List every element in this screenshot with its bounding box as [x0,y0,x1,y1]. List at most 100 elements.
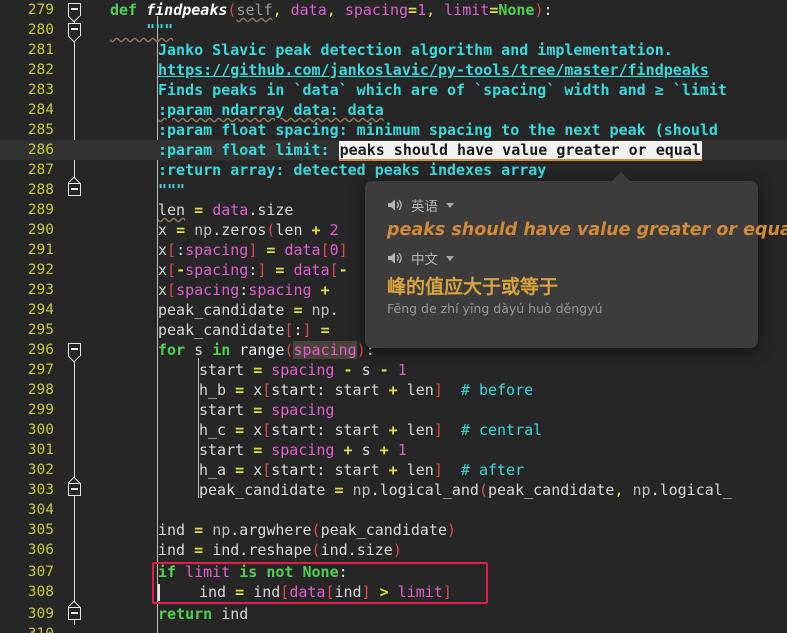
line-number: 294 [27,302,54,318]
line-number: 292 [27,262,54,278]
line-number: 298 [27,382,54,398]
fold-marker-collapse-icon[interactable] [68,343,81,356]
line-number: 284 [27,102,54,118]
line-number: 297 [27,362,54,378]
line-content: for s in range(spacing): [158,341,375,359]
code-line[interactable]: 305 ind = np.argwhere(peak_candidate) [0,520,787,540]
fold-marker-collapse-icon[interactable] [68,23,81,36]
fold-marker-collapse-icon[interactable] [68,3,81,16]
line-content: Finds peaks in `data` which are of `spac… [158,81,727,99]
code-line[interactable]: 285 :param float spacing: minimum spacin… [0,120,787,140]
code-line[interactable]: 283 Finds peaks in `data` which are of `… [0,80,787,100]
line-number: 299 [27,402,54,418]
line-number: 304 [27,502,54,518]
line-content: return ind [158,605,249,623]
line-number: 281 [27,42,54,58]
line-number: 305 [27,522,54,538]
code-line[interactable]: 300 h_c = x[start: start + len] # centra… [0,420,787,440]
line-number: 293 [27,282,54,298]
code-line[interactable]: 307 if limit is not None: [0,562,787,582]
line-content: Janko Slavic peak detection algorithm an… [158,41,673,59]
code-line[interactable]: 284 :param ndarray data: data [0,100,787,120]
chevron-down-icon[interactable] [446,203,454,208]
code-line[interactable]: 298 h_b = x[start: start + len] # before [0,380,787,400]
code-line[interactable]: 309 return ind [0,604,787,624]
line-number: 296 [27,342,54,358]
line-content: start = spacing + s + 1 [199,441,407,459]
code-line[interactable]: 297 start = spacing - s - 1 [0,360,787,380]
line-content: peak_candidate = np.logical_and(peak_can… [199,481,732,499]
code-line[interactable]: 308 ind = ind[data[ind] > limit] [0,582,787,602]
code-line[interactable]: 282 https://github.com/jankoslavic/py-to… [0,60,787,80]
source-text: peaks should have value greater or equal [387,220,787,240]
line-number: 306 [27,542,54,558]
target-language-label: 中文 [411,251,438,268]
line-content: :param float spacing: minimum spacing to… [158,121,718,139]
code-line[interactable]: 299 start = spacing [0,400,787,420]
line-number: 285 [27,122,54,138]
line-number: 301 [27,442,54,458]
line-number: 303 [27,482,54,498]
line-number: 310 [0,624,54,633]
line-content: start = spacing [199,401,335,419]
docstring-url-link[interactable]: https://github.com/jankoslavic/py-tools/… [110,60,709,80]
line-content: h_b = x[start: start + len] # before [199,381,534,399]
line-content: start = spacing - s - 1 [199,361,407,379]
code-line-current[interactable]: 286 :param float limit: peaks should hav… [0,140,787,161]
docstring-param-prefix: :param float limit: [158,141,339,159]
line-content: h_c = x[start: start + len] # central [199,421,543,439]
line-number: 283 [27,82,54,98]
pinyin-text: Fēng de zhí yīng dàyú huò děngyú [387,301,603,316]
line-content: len = data.size [158,201,294,219]
line-content: x[-spacing:] = data[- [158,261,348,279]
code-line[interactable]: 280 """ [0,20,787,40]
source-language-row[interactable]: 英语 [387,195,740,215]
selected-translated-text[interactable]: peaks should have value greater or equal [338,141,702,161]
line-content: """ [158,181,186,199]
code-line[interactable]: 301 start = spacing + s + 1 [0,440,787,460]
chevron-down-icon[interactable] [446,256,454,261]
target-language-row[interactable]: 中文 [387,248,740,268]
fold-marker-collapse-icon[interactable] [68,607,81,620]
line-number: 309 [27,606,54,622]
line-number: 295 [27,322,54,338]
popup-arrow [611,172,631,182]
line-number: 289 [27,202,54,218]
line-content: if limit is not None: [158,563,348,581]
line-content: """ [110,21,174,39]
code-line[interactable]: 279 def findpeaks(self, data, spacing=1,… [0,0,787,20]
line-number: 308 [27,584,54,600]
line-content: x = np.zeros(len + 2 [158,221,339,239]
code-line[interactable]: 310 [0,624,787,633]
code-line[interactable]: 302 h_a = x[start: start + len] # after [0,460,787,480]
line-content: x[spacing:spacing + [158,281,330,299]
line-content: ind = ind[data[ind] > limit] [199,583,452,601]
code-line[interactable]: 287 :return array: detected peaks indexe… [0,160,787,180]
line-number: 302 [27,462,54,478]
code-line[interactable]: 303 peak_candidate = np.logical_and(peak… [0,480,787,500]
line-number: 300 [27,422,54,438]
line-number: 287 [27,162,54,178]
speaker-icon[interactable] [387,251,403,265]
line-number: 290 [27,222,54,238]
line-content: :param ndarray data: data [158,101,384,119]
line-number: 307 [27,564,54,580]
code-line[interactable]: 306 ind = ind.reshape(ind.size) [0,540,787,560]
line-number: 286 [27,142,54,158]
fold-marker-collapse-icon[interactable] [68,483,81,496]
occurrence-highlight: spacing [293,341,357,359]
code-line[interactable]: 281 Janko Slavic peak detection algorith… [0,40,787,60]
line-content: h_a = x[start: start + len] # after [199,461,525,479]
translation-popup[interactable]: 英语 peaks should have value greater or eq… [365,172,787,348]
code-line[interactable]: 304 [0,500,787,520]
line-number: 280 [27,22,54,38]
translated-text: 峰的值应大于或等于 [387,276,559,298]
line-content: :return array: detected peaks indexes ar… [158,161,547,179]
line-content: :param float limit: peaks should have va… [110,140,702,161]
fold-marker-collapse-icon[interactable] [68,183,81,196]
line-content: def findpeaks(self, data, spacing=1, lim… [110,1,553,19]
source-language-label: 英语 [411,198,438,215]
line-content: peak_candidate[:] = [158,321,330,339]
speaker-icon[interactable] [387,198,403,212]
line-content: x[:spacing] = data[0] [158,241,348,259]
